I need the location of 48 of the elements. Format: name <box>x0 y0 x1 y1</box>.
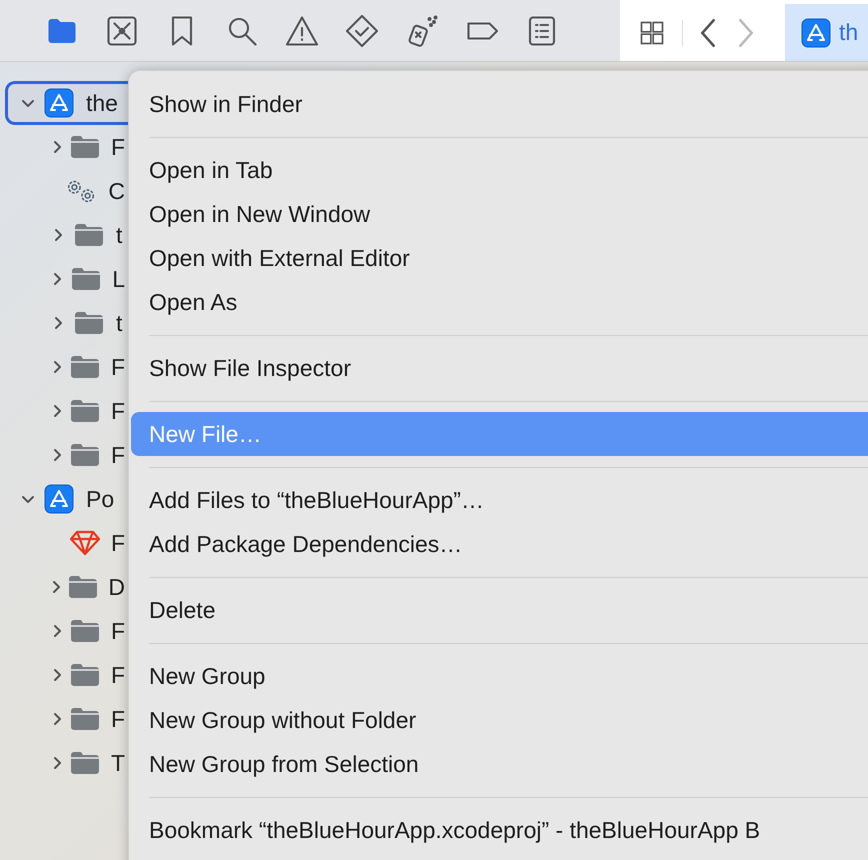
folder-icon <box>70 399 100 423</box>
folder-icon <box>71 267 102 291</box>
menu-item[interactable]: Add Files to “theBlueHourApp”… <box>131 478 868 522</box>
tree-row[interactable]: F <box>5 433 128 477</box>
tree-row[interactable]: C <box>5 169 128 213</box>
folder-icon <box>74 223 104 247</box>
app-icon <box>801 18 831 48</box>
menu-item[interactable]: Open with External Editor <box>131 236 868 280</box>
tree-row[interactable]: the <box>5 81 128 125</box>
tree-row[interactable]: T <box>5 741 128 785</box>
tree-row[interactable]: D <box>5 565 128 609</box>
tree-row[interactable]: F <box>5 521 128 565</box>
gem-icon <box>70 530 100 556</box>
tree-row[interactable]: F <box>5 653 128 697</box>
tree-row[interactable]: t <box>5 301 128 345</box>
tree-row[interactable]: F <box>5 389 128 433</box>
folder-icon <box>70 355 100 379</box>
menu-item[interactable]: Open in Tab <box>131 148 868 192</box>
tree-row[interactable]: F <box>5 125 128 169</box>
folder-icon <box>70 135 100 159</box>
menu-item[interactable]: Open As <box>131 280 868 324</box>
tree-row[interactable]: t <box>5 213 128 257</box>
folder-icon <box>68 575 98 599</box>
folder-icon <box>70 619 100 643</box>
menu-item[interactable]: New Group without Folder <box>131 698 868 742</box>
folder-icon <box>70 751 100 775</box>
editor-tab[interactable]: th <box>785 4 868 61</box>
menu-item[interactable]: Open in New Window <box>131 192 868 236</box>
menu-item[interactable]: New Group from Selection <box>131 742 868 786</box>
tree-row[interactable]: F <box>5 697 128 741</box>
folder-icon <box>70 443 100 467</box>
folder-icon <box>74 311 104 335</box>
tree-row[interactable]: F <box>5 609 128 653</box>
grid-icon[interactable] <box>638 18 666 46</box>
tree-row[interactable]: F <box>5 345 128 389</box>
menu-item[interactable]: Delete <box>131 588 868 632</box>
folder-icon <box>70 707 100 731</box>
diamond-check-icon[interactable] <box>344 12 380 48</box>
menu-item[interactable]: Show in Finder <box>131 82 868 126</box>
folder-icon <box>70 663 100 687</box>
menu-item[interactable]: Bookmark “theBlueHourApp.xcodeproj” - theBlueHourApp B <box>131 808 868 852</box>
menu-item[interactable]: Add Package Dependencies… <box>131 522 868 566</box>
menu-item[interactable]: Show File Inspector <box>131 346 868 390</box>
tree-row[interactable]: Po <box>5 477 128 521</box>
app-icon <box>44 484 74 514</box>
menu-item[interactable]: New Group <box>131 654 868 698</box>
tree-row[interactable]: L <box>5 257 128 301</box>
app-icon <box>44 88 74 118</box>
